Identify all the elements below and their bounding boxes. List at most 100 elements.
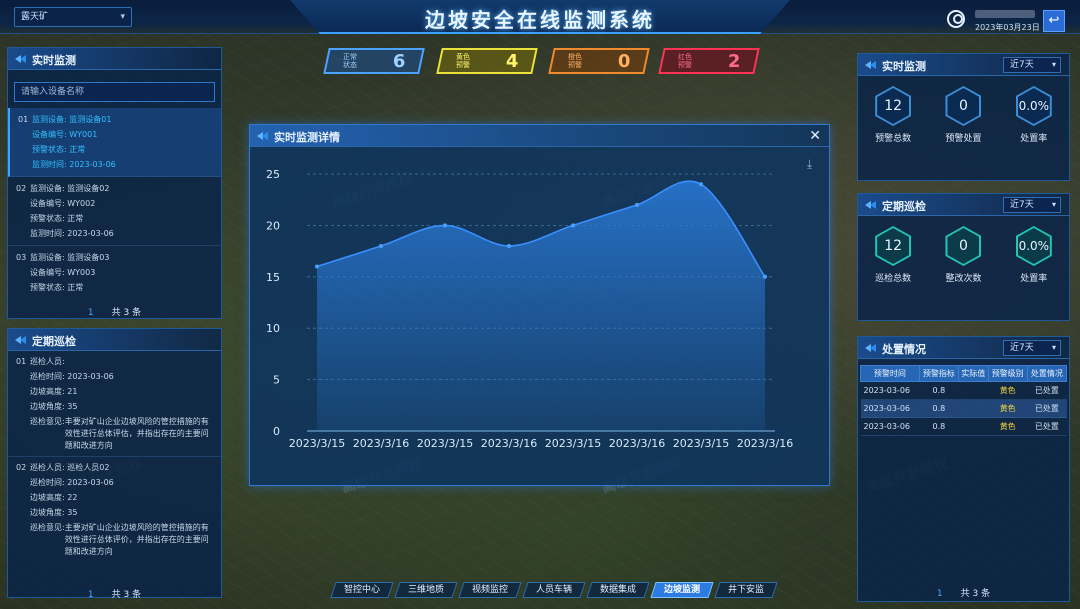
top-header: 露天矿 ▾ 边坡安全在线监测系统 2023年03月23日 ↩ — [0, 0, 1080, 34]
table-header-row: 预警时间 预警指标 实际值 预警级别 处置情况 — [860, 365, 1068, 382]
device-list-item[interactable]: 02 监测设备: 监测设备02 设备编号: WY002 预警状态: 正常 监测时间… — [8, 177, 221, 246]
panel-header: 定期巡检 — [8, 329, 221, 351]
page-number[interactable]: 1 — [88, 308, 94, 318]
stat-value: 12 — [877, 88, 910, 124]
item-index: 02 — [16, 184, 27, 193]
back-arrow-icon[interactable]: ↩ — [1043, 10, 1065, 32]
item-index: 02 — [16, 463, 27, 472]
inspection-list-item[interactable]: 02 巡检人员: 巡检人员02 巡检时间: 2023-03-06 边坡高度: 22… — [8, 457, 221, 562]
x-tick-label: 2023/3/15 — [673, 437, 729, 450]
status-chip-normal[interactable]: 正常 状态 6 — [323, 48, 425, 74]
total-count: 共 3 条 — [960, 589, 991, 599]
device-list-item[interactable]: 01 监测设备: 监测设备01 设备编号: WY001 预警状态: 正常 监测时间… — [8, 108, 221, 177]
chevron-down-icon: ▾ — [1051, 343, 1056, 352]
stat-value: 0.0% — [1017, 88, 1050, 124]
nav-tab-underground-safety[interactable]: 井下安监 — [714, 582, 778, 598]
nav-tab-video-monitoring[interactable]: 视频监控 — [458, 582, 522, 598]
stat-caption: 处置率 — [1020, 274, 1048, 284]
table-row[interactable]: 2023-03-06 0.8 黄色 已处置 — [860, 399, 1067, 418]
right-disposal-panel: 处置情况 近7天 ▾ 预警时间 预警指标 实际值 预警级别 处置情况 2023-0… — [857, 336, 1070, 602]
data-point — [507, 243, 511, 248]
chip-label: 预警 — [456, 61, 470, 69]
field-label: 巡检人员: — [30, 463, 65, 472]
user-icon[interactable] — [947, 10, 965, 28]
panel-header: 实时监测 — [8, 48, 221, 70]
nav-tab-personnel-vehicles[interactable]: 人员车辆 — [522, 582, 586, 598]
device-search-input[interactable]: 请输入设备名称 — [14, 82, 215, 102]
chip-value: 6 — [393, 51, 406, 72]
field-label: 预警状态: — [32, 145, 67, 154]
status-chip-red[interactable]: 红色 预警 2 — [658, 48, 760, 74]
table-cell: 已处置 — [1027, 381, 1067, 400]
field-label: 巡检人员: — [30, 357, 65, 366]
nav-tab-data-integration[interactable]: 数据集成 — [586, 582, 650, 598]
stat-value: 0.0% — [1017, 228, 1050, 264]
x-tick-label: 2023/3/16 — [353, 437, 409, 450]
double-chevron-icon — [15, 53, 27, 65]
table-row[interactable]: 2023-03-06 0.8 黄色 已处置 — [860, 381, 1067, 400]
time-range-select[interactable]: 近7天 ▾ — [1003, 197, 1061, 213]
field-value: 正常 — [67, 214, 84, 223]
x-tick-label: 2023/3/16 — [481, 437, 537, 450]
nav-tab-3d-geology[interactable]: 三维地质 — [394, 582, 458, 598]
inspection-list-item[interactable]: 01 巡检人员: 巡检时间: 2023-03-06 边坡高度: 21 边坡角度: … — [8, 351, 221, 457]
field-value: 2023-03-06 — [69, 160, 116, 169]
page-number[interactable]: 1 — [937, 589, 943, 599]
field-label: 巡检时间: — [30, 372, 65, 381]
select-value: 近7天 — [1010, 60, 1034, 70]
nav-tab-control-center[interactable]: 智控中心 — [330, 582, 394, 598]
data-point — [571, 223, 575, 228]
chip-value: 0 — [618, 51, 631, 72]
page-number[interactable]: 1 — [88, 590, 94, 600]
mine-selector[interactable]: 露天矿 ▾ — [14, 7, 132, 27]
stat-caption: 整改次数 — [945, 274, 982, 284]
field-value: 监测设备02 — [67, 184, 110, 193]
column-header: 预警时间 — [860, 365, 920, 382]
status-chip-orange[interactable]: 橙色 预警 0 — [548, 48, 650, 74]
chip-label: 黄色 — [456, 53, 470, 61]
user-name-redacted — [975, 10, 1035, 18]
stat-handling-rate: 0.0% 处置率 — [1004, 226, 1064, 284]
item-index: 01 — [16, 357, 27, 366]
device-list-item[interactable]: 03 监测设备: 监测设备03 设备编号: WY003 预警状态: 正常 — [8, 246, 221, 299]
nav-label: 智控中心 — [344, 585, 381, 595]
field-label: 巡检意见: — [30, 523, 65, 532]
field-value: 22 — [67, 493, 78, 502]
close-icon[interactable]: ✕ — [809, 128, 821, 144]
data-point — [379, 243, 383, 248]
item-index: 01 — [18, 115, 29, 124]
status-chip-yellow[interactable]: 黄色 预警 4 — [436, 48, 538, 74]
stat-caption: 巡检总数 — [875, 274, 912, 284]
chip-label: 红色 — [678, 53, 692, 61]
y-tick-label: 5 — [273, 374, 280, 387]
nav-label: 人员车辆 — [536, 585, 573, 595]
panel-title: 定期巡检 — [882, 200, 926, 213]
table-row[interactable]: 2023-03-06 0.8 黄色 已处置 — [860, 417, 1067, 436]
stat-caption: 处置率 — [1020, 134, 1048, 144]
series-area — [317, 181, 765, 431]
field-label: 监测设备: — [30, 253, 65, 262]
x-tick-label: 2023/3/15 — [289, 437, 345, 450]
field-value: WY001 — [69, 130, 98, 139]
select-value: 近7天 — [1010, 343, 1034, 353]
time-range-select[interactable]: 近7天 ▾ — [1003, 57, 1061, 73]
table-cell: 0.8 — [919, 417, 959, 436]
field-value: 主要对矿山企业边坡风险的管控措施的有效性进行总体评价，并指出存在的主要问题和改进… — [64, 523, 209, 556]
total-count: 共 3 条 — [111, 590, 142, 600]
field-label: 设备编号: — [30, 268, 65, 277]
field-label: 边坡角度: — [30, 402, 65, 411]
time-range-select[interactable]: 近7天 ▾ — [1003, 340, 1061, 356]
nav-tab-slope-monitoring[interactable]: 边坡监测 — [650, 582, 714, 598]
area-chart: 0 5 10 15 20 25 2023/3/15 2023/3/16 2023/3/15 202… — [266, 168, 793, 450]
panel-header: 定期巡检 近7天 ▾ — [858, 194, 1069, 216]
stat-caption: 预警处置 — [945, 134, 982, 144]
nav-label: 井下安监 — [728, 585, 765, 595]
page-title: 边坡安全在线监测系统 — [425, 8, 655, 32]
field-label: 边坡高度: — [30, 387, 65, 396]
item-index: 03 — [16, 253, 27, 262]
field-label: 设备编号: — [30, 199, 65, 208]
double-chevron-icon — [15, 334, 27, 346]
field-label: 边坡高度: — [30, 493, 65, 502]
chip-label: 橙色 — [568, 53, 582, 61]
right-realtime-panel: 实时监测 近7天 ▾ 12 预警总数 0 预警处置 0.0% 处置率 — [857, 53, 1070, 181]
